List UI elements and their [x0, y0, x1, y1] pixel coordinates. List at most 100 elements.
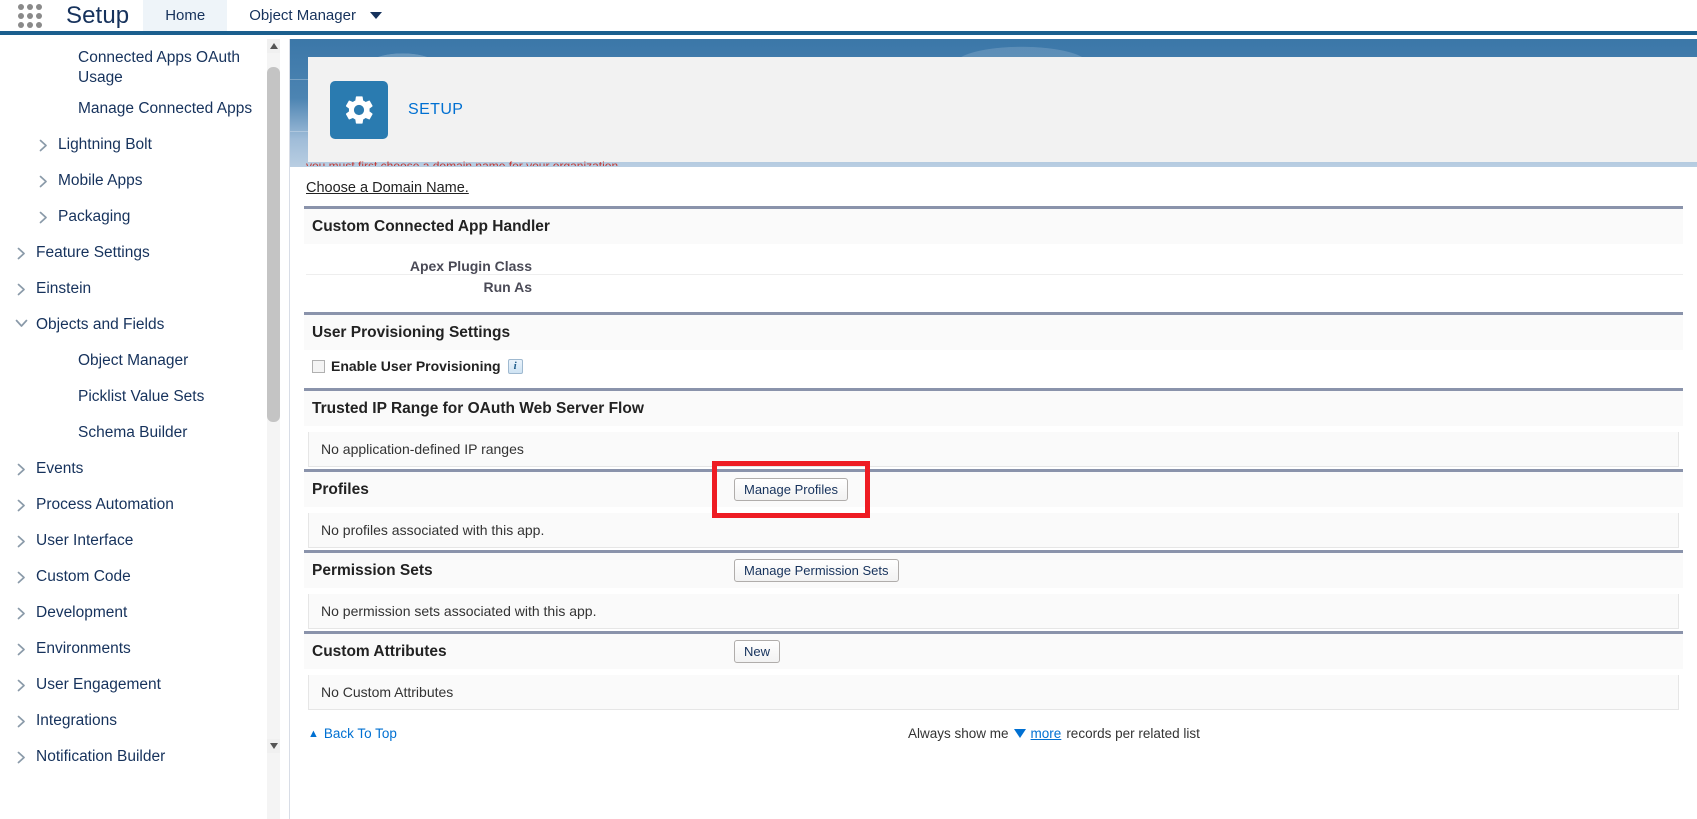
- sidebar-scroll-down-button[interactable]: [267, 739, 280, 753]
- sidebar-item-label: Mobile Apps: [58, 171, 143, 189]
- sidebar-item-label: Process Automation: [36, 495, 174, 513]
- section-header-custom-attributes: Custom Attributes New: [304, 631, 1683, 669]
- tab-home[interactable]: Home: [143, 0, 228, 31]
- sidebar-item-manage-connected-apps[interactable]: Manage Connected Apps: [0, 94, 289, 130]
- section-title: Permission Sets: [312, 561, 433, 579]
- chevron-right-icon[interactable]: [10, 531, 32, 548]
- section-body-trusted-ip-range: No application-defined IP ranges: [308, 432, 1679, 467]
- sidebar-item-label: Notification Builder: [36, 747, 166, 765]
- section-header-trusted-ip-range: Trusted IP Range for OAuth Web Server Fl…: [304, 388, 1683, 426]
- section-custom-attributes: Custom Attributes New No Custom Attributes: [304, 631, 1683, 710]
- chevron-right-icon[interactable]: [10, 243, 32, 260]
- section-title: Custom Connected App Handler: [312, 217, 550, 235]
- manage-profiles-button[interactable]: Manage Profiles: [734, 478, 848, 501]
- setup-header-card: SETUP: [308, 57, 1697, 162]
- chevron-right-icon[interactable]: [10, 567, 32, 584]
- chevron-right-icon[interactable]: [10, 495, 32, 512]
- sidebar-item-picklist-value-sets[interactable]: Picklist Value Sets: [0, 382, 289, 418]
- sidebar-item-integrations[interactable]: Integrations: [0, 706, 289, 742]
- section-action-slot: Manage Profiles: [734, 478, 848, 501]
- sidebar-item-packaging[interactable]: Packaging: [0, 202, 289, 238]
- section-body-custom-attributes: No Custom Attributes: [308, 675, 1679, 710]
- sidebar-scrollbar-thumb[interactable]: [267, 67, 280, 422]
- chevron-right-icon[interactable]: [10, 279, 32, 296]
- section-title: Profiles: [312, 480, 369, 498]
- tab-object-manager[interactable]: Object Manager: [227, 0, 404, 31]
- new-button[interactable]: New: [734, 640, 781, 663]
- sidebar-item-custom-code[interactable]: Custom Code: [0, 562, 289, 598]
- section-action-slot: New: [734, 640, 781, 663]
- sidebar-item-label: Connected Apps OAuth Usage: [78, 49, 241, 87]
- more-records-link[interactable]: more: [1031, 726, 1062, 741]
- field-row: Apex Plugin Class: [306, 254, 1683, 275]
- section-trusted-ip-range: Trusted IP Range for OAuth Web Server Fl…: [304, 388, 1683, 467]
- chevron-down-icon: [269, 743, 278, 749]
- back-to-top-link[interactable]: ▲ Back To Top: [308, 726, 397, 741]
- sidebar-item-user-engagement[interactable]: User Engagement: [0, 670, 289, 706]
- sidebar-item-label: Lightning Bolt: [58, 135, 152, 153]
- chevron-right-icon[interactable]: [10, 675, 32, 692]
- sidebar-item-einstein[interactable]: Einstein: [0, 274, 289, 310]
- sidebar-item-object-manager[interactable]: Object Manager: [0, 346, 289, 382]
- enable-user-provisioning-checkbox[interactable]: [312, 359, 325, 373]
- sidebar-item-schema-builder[interactable]: Schema Builder: [0, 418, 289, 454]
- sidebar-item-events[interactable]: Events: [0, 454, 289, 490]
- sidebar-item-lightning-bolt[interactable]: Lightning Bolt: [0, 130, 289, 166]
- sidebar-item-objects-and-fields[interactable]: Objects and Fields: [0, 310, 289, 346]
- section-custom-connected-app-handler: Custom Connected App Handler Apex Plugin …: [304, 206, 1683, 310]
- chevron-right-icon[interactable]: [32, 171, 54, 188]
- sidebar-item-feature-settings[interactable]: Feature Settings: [0, 238, 289, 274]
- sidebar-item-development[interactable]: Development: [0, 598, 289, 634]
- section-profiles: Profiles Manage Profiles No profiles assoc…: [304, 461, 1683, 548]
- chevron-right-icon[interactable]: [32, 207, 54, 224]
- sidebar-item-label: Environments: [36, 639, 131, 657]
- chevron-right-icon[interactable]: [32, 135, 54, 152]
- info-icon[interactable]: i: [507, 358, 523, 374]
- related-lists-pane: you must first choose a domain name for …: [290, 159, 1697, 819]
- chevron-up-icon: ▲: [308, 727, 319, 740]
- sidebar-item-label: Events: [36, 459, 84, 477]
- show-more-prefix: Always show me: [908, 726, 1009, 741]
- chevron-right-icon[interactable]: [10, 747, 32, 764]
- domain-error-text: you must first choose a domain name for …: [306, 159, 622, 166]
- sidebar-item-label: Custom Code: [36, 567, 131, 585]
- section-body-profiles: No profiles associated with this app.: [308, 513, 1679, 548]
- global-header: Setup Home Object Manager: [0, 0, 1697, 35]
- show-more-suffix: records per related list: [1066, 726, 1200, 741]
- field-label: Run As: [483, 279, 532, 295]
- app-launcher-button[interactable]: [0, 0, 60, 31]
- manage-permission-sets-button[interactable]: Manage Permission Sets: [734, 559, 899, 582]
- chevron-down-icon[interactable]: [10, 315, 32, 328]
- chevron-right-icon[interactable]: [10, 639, 32, 656]
- choose-domain-name-link[interactable]: Choose a Domain Name.: [306, 180, 469, 196]
- section-header-permission-sets: Permission Sets Manage Permission Sets: [304, 550, 1683, 588]
- section-title: Trusted IP Range for OAuth Web Server Fl…: [312, 399, 644, 417]
- sidebar-item-user-interface[interactable]: User Interface: [0, 526, 289, 562]
- sidebar-item-label: User Interface: [36, 531, 134, 549]
- sidebar-item-mobile-apps[interactable]: Mobile Apps: [0, 166, 289, 202]
- main-content: SETUP you must first choose a domain nam…: [290, 39, 1697, 819]
- chevron-right-icon[interactable]: [10, 603, 32, 620]
- sidebar-item-notification-builder[interactable]: Notification Builder: [0, 742, 289, 778]
- tab-home-label: Home: [165, 7, 206, 24]
- show-more-records-control: Always show me more records per related …: [908, 726, 1200, 741]
- gear-icon: [330, 80, 388, 139]
- section-header-profiles: Profiles Manage Profiles: [304, 469, 1683, 507]
- setup-navigation-sidebar: Connected Apps OAuth Usage Manage Connect…: [0, 39, 290, 819]
- chevron-right-icon[interactable]: [10, 711, 32, 728]
- section-body-user-provisioning-settings: Enable User Provisioning i: [304, 350, 1683, 386]
- chevron-right-icon[interactable]: [10, 459, 32, 476]
- setup-title-link[interactable]: SETUP: [408, 101, 463, 119]
- sidebar-item-label: Einstein: [36, 279, 92, 297]
- field-label: Apex Plugin Class: [409, 257, 532, 274]
- sidebar-item-connected-apps-oauth-usage[interactable]: Connected Apps OAuth Usage: [0, 43, 289, 94]
- section-body-custom-connected-app-handler: Apex Plugin Class Run As: [304, 244, 1683, 310]
- sidebar-item-label: Schema Builder: [78, 423, 188, 441]
- sidebar-scroll-up-button[interactable]: [267, 39, 280, 53]
- sidebar-item-label: Objects and Fields: [36, 315, 165, 333]
- sidebar-item-label: Picklist Value Sets: [78, 387, 205, 405]
- field-row: Run As: [306, 275, 1683, 296]
- sidebar-item-process-automation[interactable]: Process Automation: [0, 490, 289, 526]
- section-header-custom-connected-app-handler: Custom Connected App Handler: [304, 206, 1683, 244]
- sidebar-item-environments[interactable]: Environments: [0, 634, 289, 670]
